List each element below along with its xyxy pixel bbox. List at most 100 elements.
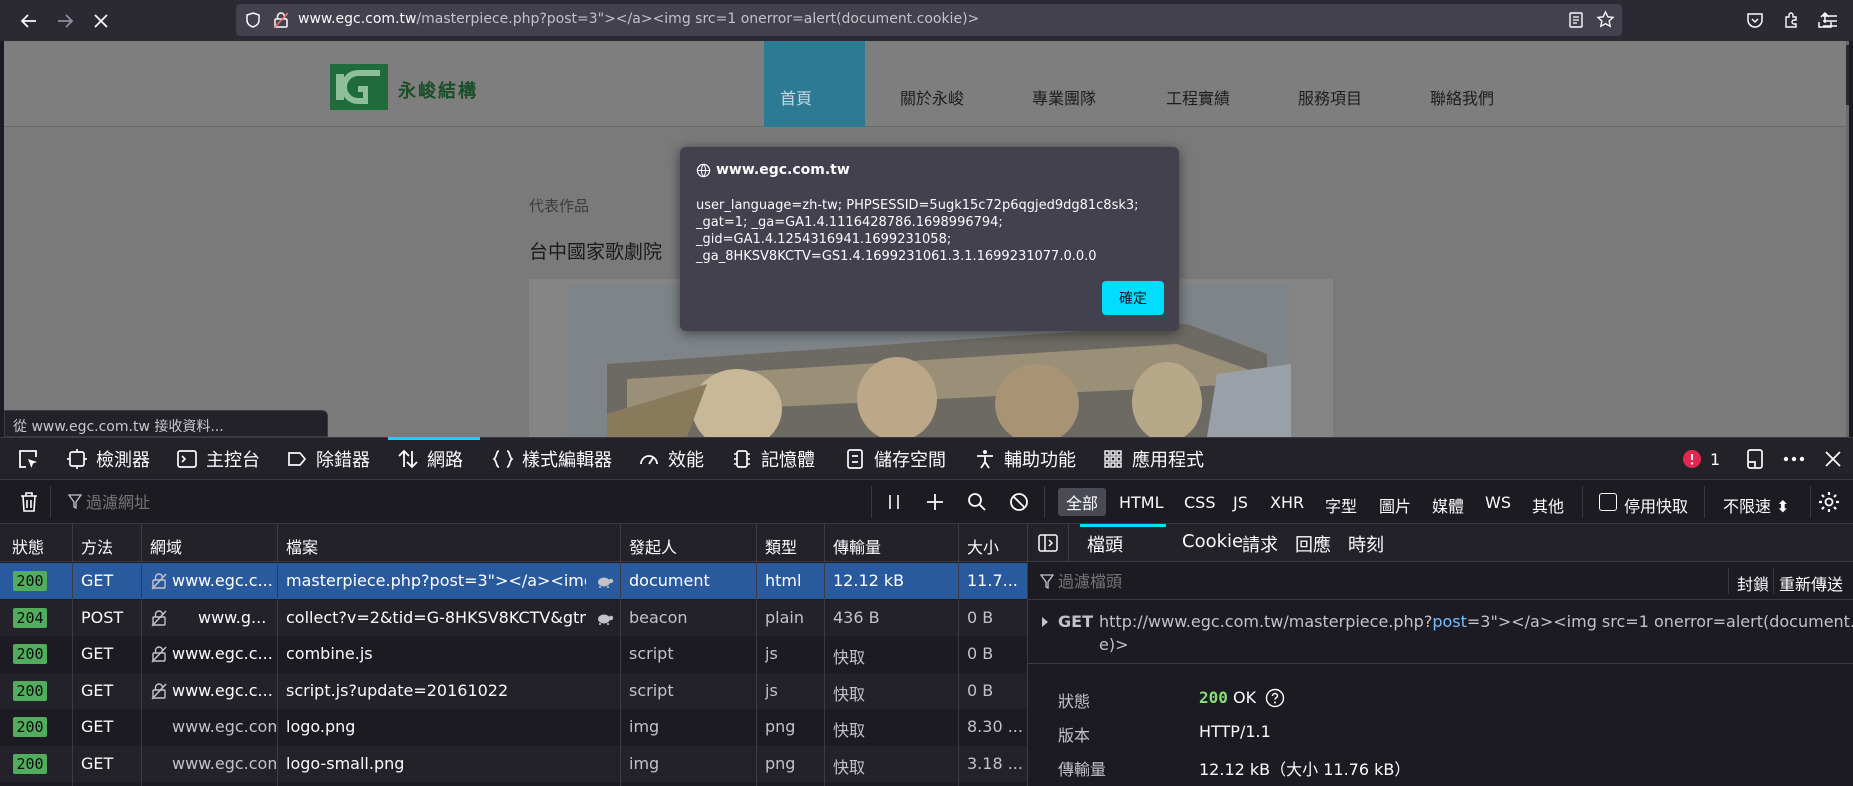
tab-headers[interactable]: 檔頭 bbox=[1087, 531, 1123, 557]
element-picker-icon[interactable] bbox=[16, 438, 40, 480]
filter-type-css[interactable]: CSS bbox=[1184, 493, 1215, 512]
filter-type-ws[interactable]: WS bbox=[1485, 493, 1511, 512]
filter-type-html[interactable]: HTML bbox=[1119, 493, 1164, 512]
close-devtools-icon[interactable] bbox=[1824, 438, 1842, 480]
pocket-icon[interactable] bbox=[1746, 11, 1764, 29]
col-initiator[interactable]: 發起人 bbox=[629, 534, 677, 558]
throttle-select[interactable]: 不限速 ⬍ bbox=[1723, 493, 1790, 517]
filter-type-xhr[interactable]: XHR bbox=[1270, 493, 1304, 512]
nav-home[interactable]: 首頁 bbox=[780, 85, 812, 109]
pause-icon[interactable] bbox=[886, 493, 902, 511]
expand-arrow-icon[interactable] bbox=[1040, 616, 1050, 628]
cell-initiator: script bbox=[629, 644, 674, 663]
url-text[interactable]: www.egc.com.tw/masterpiece.php?post=3"><… bbox=[298, 11, 979, 27]
insecure-lock-icon[interactable] bbox=[272, 11, 290, 29]
active-detail-tab-indicator bbox=[1080, 524, 1166, 527]
cell-transferred: 12.12 kB bbox=[833, 571, 905, 590]
col-file[interactable]: 檔案 bbox=[286, 534, 318, 558]
menu-icon[interactable] bbox=[1822, 13, 1838, 29]
settings-gear-icon[interactable] bbox=[1817, 490, 1841, 514]
extensions-icon[interactable] bbox=[1782, 11, 1800, 29]
tab-network[interactable]: 網路 bbox=[397, 438, 463, 480]
tab-accessibility[interactable]: 輔助功能 bbox=[974, 438, 1076, 480]
column-separator[interactable] bbox=[958, 524, 959, 786]
trash-icon[interactable] bbox=[19, 491, 39, 513]
nav-services[interactable]: 服務項目 bbox=[1298, 85, 1362, 109]
error-count-badge[interactable]: 1 bbox=[1682, 438, 1720, 480]
filter-type-media[interactable]: 媒體 bbox=[1432, 493, 1464, 517]
nav-projects[interactable]: 工程實績 bbox=[1166, 85, 1230, 109]
column-separator[interactable] bbox=[756, 524, 757, 786]
resend-button[interactable]: 重新傳送 bbox=[1779, 571, 1843, 595]
block-button[interactable]: 封鎖 bbox=[1737, 571, 1769, 595]
tab-style-editor[interactable]: 樣式編輯器 bbox=[492, 438, 612, 480]
filter-type-fonts[interactable]: 字型 bbox=[1325, 493, 1357, 517]
company-logo-icon[interactable] bbox=[330, 64, 388, 110]
network-icon bbox=[398, 449, 418, 469]
reader-view-icon[interactable] bbox=[1568, 11, 1584, 29]
filter-type-all[interactable]: 全部 bbox=[1058, 488, 1106, 516]
shield-icon[interactable] bbox=[244, 11, 262, 29]
col-type[interactable]: 類型 bbox=[765, 534, 797, 558]
cell-method: GET bbox=[81, 680, 114, 700]
tab-memory[interactable]: 記憶體 bbox=[731, 438, 815, 480]
column-separator[interactable] bbox=[141, 524, 142, 786]
filter-type-images[interactable]: 圖片 bbox=[1379, 493, 1411, 517]
table-row[interactable]: 200 GET www.egc.c... combine.js script js 快取 0 … bbox=[0, 636, 1027, 672]
dialog-ok-button[interactable]: 確定 bbox=[1102, 281, 1164, 315]
divider bbox=[1582, 486, 1583, 518]
add-filter-icon[interactable] bbox=[925, 492, 945, 512]
stop-loading-icon[interactable] bbox=[88, 8, 114, 34]
tab-performance[interactable]: 效能 bbox=[638, 438, 704, 480]
col-status[interactable]: 狀態 bbox=[12, 534, 44, 558]
request-url[interactable]: http://www.egc.com.tw/masterpiece.php?po… bbox=[1099, 612, 1853, 631]
table-row[interactable]: 200 GET www.egc.c... script.js?update=20161… bbox=[0, 672, 1027, 709]
cell-type: plain bbox=[765, 607, 804, 627]
col-transferred[interactable]: 傳輸量 bbox=[833, 534, 881, 558]
request-details-panel: 檔頭 Cookie 請求 回應 時刻 封鎖 重新傳送 GET http://ww… bbox=[1027, 524, 1853, 786]
toggle-sidebar-icon[interactable] bbox=[1038, 534, 1058, 552]
tab-console[interactable]: 主控台 bbox=[176, 438, 260, 480]
col-size[interactable]: 大小 bbox=[967, 534, 999, 558]
help-icon[interactable] bbox=[1265, 688, 1285, 708]
filter-type-other[interactable]: 其他 bbox=[1532, 493, 1564, 517]
url-filter-input[interactable] bbox=[86, 490, 846, 514]
tab-storage[interactable]: 儲存空間 bbox=[844, 438, 946, 480]
tab-storage-label: 儲存空間 bbox=[874, 450, 946, 471]
status-code: 200 bbox=[1199, 688, 1228, 707]
tab-response[interactable]: 回應 bbox=[1295, 531, 1331, 557]
page-scrollbar-thumb[interactable] bbox=[1846, 45, 1849, 105]
tab-debugger[interactable]: 除錯器 bbox=[286, 438, 370, 480]
url-path: /masterpiece.php?post=3"></a><img src=1 … bbox=[416, 11, 980, 27]
tab-application[interactable]: 應用程式 bbox=[1102, 438, 1204, 480]
status-badge: 200 bbox=[13, 753, 47, 774]
search-icon[interactable] bbox=[967, 492, 987, 512]
dock-side-icon[interactable] bbox=[1744, 438, 1766, 480]
filter-type-js[interactable]: JS bbox=[1233, 493, 1248, 512]
headers-filter-input[interactable] bbox=[1058, 569, 1558, 593]
col-domain[interactable]: 網域 bbox=[150, 534, 182, 558]
nav-contact[interactable]: 聯絡我們 bbox=[1430, 85, 1494, 109]
nav-team[interactable]: 專業團隊 bbox=[1032, 85, 1096, 109]
table-row[interactable]: 200 GET www.egc.com... logo-small.png img png… bbox=[0, 745, 1027, 782]
col-method[interactable]: 方法 bbox=[81, 534, 113, 558]
table-row[interactable]: 204 POST www.g... collect?v=2&tid=G-8HKSV8K… bbox=[0, 599, 1027, 636]
more-options-icon[interactable] bbox=[1782, 438, 1806, 480]
nav-about[interactable]: 關於永峻 bbox=[900, 85, 964, 109]
forward-icon[interactable] bbox=[52, 8, 78, 34]
disable-cache-checkbox[interactable] bbox=[1599, 493, 1617, 511]
tab-inspector[interactable]: 檢測器 bbox=[66, 438, 150, 480]
table-row[interactable]: 200 GET www.egc.c... masterpiece.php?post=3… bbox=[0, 563, 1027, 599]
column-separator[interactable] bbox=[824, 524, 825, 786]
bookmark-star-icon[interactable] bbox=[1596, 10, 1615, 29]
tab-timings[interactable]: 時刻 bbox=[1348, 531, 1384, 557]
column-separator[interactable] bbox=[620, 524, 621, 786]
column-separator[interactable] bbox=[72, 524, 73, 786]
tab-cookies[interactable]: Cookie bbox=[1182, 531, 1243, 552]
block-icon[interactable] bbox=[1009, 492, 1029, 512]
table-row[interactable]: 200 GET www.egc.com... logo.png img png 快取 8.30… bbox=[0, 709, 1027, 745]
column-separator[interactable] bbox=[277, 524, 278, 786]
back-icon[interactable] bbox=[16, 8, 42, 34]
insecure-connection-icon bbox=[150, 609, 168, 627]
tab-request[interactable]: 請求 bbox=[1242, 531, 1278, 557]
